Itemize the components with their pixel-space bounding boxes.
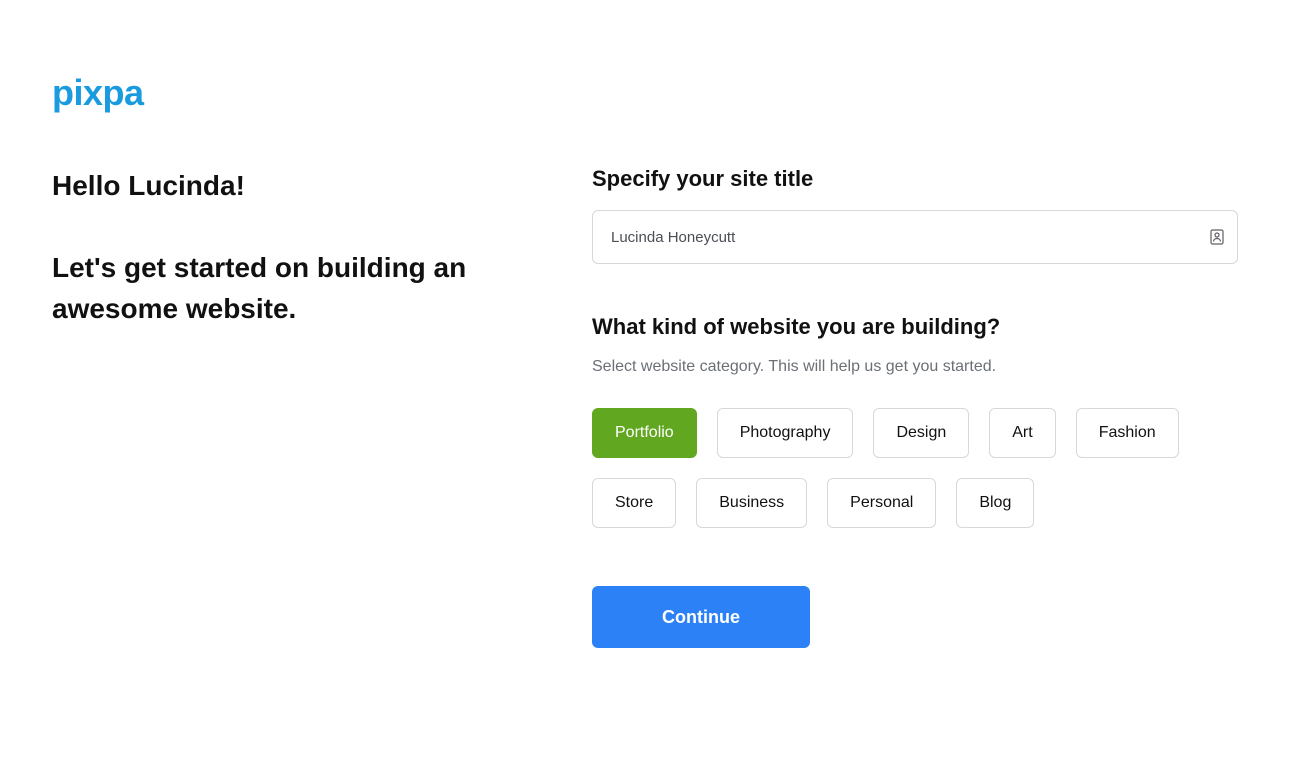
intro-text: Let's get started on building an awesome… [52,248,552,329]
category-option-art[interactable]: Art [989,408,1055,458]
site-title-label: Specify your site title [592,166,1238,192]
brand-logo: pixpa [52,72,144,114]
category-options: Portfolio Photography Design Art Fashion Stor… [592,408,1238,528]
category-option-photography[interactable]: Photography [717,408,854,458]
category-subtext: Select website category. This will help … [592,358,1238,376]
category-label: What kind of website you are building? [592,314,1238,340]
category-option-fashion[interactable]: Fashion [1076,408,1179,458]
continue-button[interactable]: Continue [592,586,810,648]
category-option-design[interactable]: Design [873,408,969,458]
category-option-personal[interactable]: Personal [827,478,936,528]
greeting-heading: Hello Lucinda! [52,170,552,202]
site-title-input[interactable] [592,210,1238,264]
category-option-portfolio[interactable]: Portfolio [592,408,697,458]
category-option-blog[interactable]: Blog [956,478,1034,528]
category-option-business[interactable]: Business [696,478,807,528]
category-option-store[interactable]: Store [592,478,676,528]
